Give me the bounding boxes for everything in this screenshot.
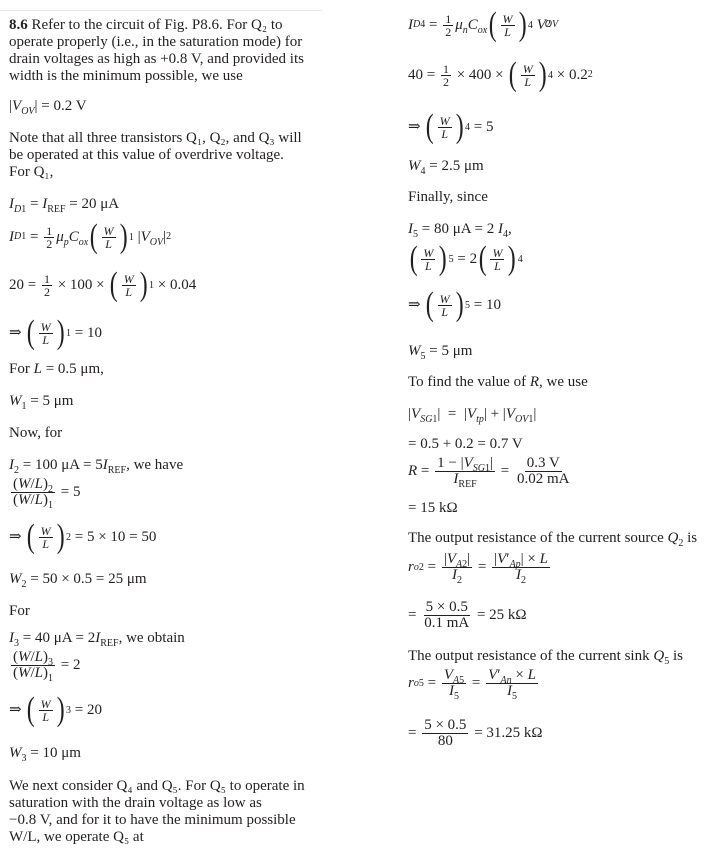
i5-equation: I5 = 80 μA = 2 I4,	[408, 221, 512, 240]
wl5-result: ⇒ (W L) 5 = 10	[408, 286, 501, 323]
ro5-value: = 5 × 0.5 80 = 31.25 kΩ	[408, 717, 543, 749]
wl5-relation: (W L) 5 = 2(W L) 4	[409, 240, 523, 277]
ro2-formula: r o2 = |VA2| I2 = |V′Ap| × L I2	[408, 551, 550, 586]
finally-text: Finally, since	[408, 189, 488, 205]
note-line-2: be operated at this value of overdrive v…	[9, 147, 284, 163]
note-line-3: For Q₁,	[9, 164, 54, 180]
w3-equation: W3 = 10 μm	[9, 745, 81, 764]
wl3-result: ⇒ (W L) 3 = 20	[9, 691, 102, 728]
ro2-value: = 5 × 0.5 0.1 mA = 25 kΩ	[408, 599, 527, 631]
ro2-text: The output resistance of the current sou…	[408, 530, 698, 549]
r-formula: R = 1 − |VSG1| IREF = 0.3 V 0.02 mA	[408, 455, 570, 490]
intro-line-2: operate properly (i.e., in the saturatio…	[9, 34, 303, 50]
wl4-result: ⇒ (W L) 4 = 5	[408, 108, 494, 145]
ro5-text: The output resistance of the current sin…	[408, 648, 683, 667]
id1-iref-equation: ID1 = IREF = 20 μA	[9, 196, 120, 215]
w4-equation: W4 = 2.5 μm	[408, 158, 484, 177]
next-line-2: saturation with the drain voltage as low…	[9, 795, 262, 811]
w2-equation: W2 = 50 × 0.5 = 25 μm	[9, 571, 147, 590]
w1-equation: W1 = 5 μm	[9, 393, 74, 412]
next-line-3: −0.8 V, and for it to have the minimum p…	[9, 812, 296, 828]
w5-equation: W5 = 5 μm	[408, 343, 473, 362]
now-for-text: Now, for	[9, 425, 63, 441]
half-fraction: 12	[44, 223, 55, 251]
for-l-text: For L = 0.5 μm,	[9, 361, 104, 377]
i2-equation: I2 = 100 μA = 5IREF, we have	[9, 457, 184, 476]
wl2-result: ⇒ (W L) 2 = 5 × 10 = 50	[9, 518, 157, 555]
wl1-result: ⇒ (W L) 1 = 10	[9, 314, 102, 351]
note-line-1: Note that all three transistors Q₁, Q₂, …	[9, 130, 302, 146]
find-r-text: To find the value of R, we use	[408, 374, 588, 390]
vsg1-equation: |VSG1| = |Vtp| + |VOV1|	[408, 406, 537, 425]
top-rule	[0, 10, 322, 11]
next-line-4: W/L, we operate Q₅ at	[9, 829, 144, 845]
problem-number: 8.6	[9, 17, 28, 33]
ratio2-equation: (W/L)2 (W/L)1 = 5	[11, 476, 81, 511]
vov-equation: |VOV| = 0.2 V	[9, 98, 87, 117]
r-value: = 15 kΩ	[408, 500, 458, 516]
intro-text: Refer to the circuit of Fig. P8.6. For Q…	[31, 17, 283, 33]
next-line-1: We next consider Q₄ and Q₅. For Q₅ to op…	[9, 778, 305, 794]
ro5-formula: r o5 = VA5 I5 = V′An × L I5	[408, 667, 538, 702]
eq-40: 40 = 12 × 400 × (W L) 4 × 0.2 2	[408, 56, 593, 93]
i3-equation: I3 = 40 μA = 2IREF, we obtain	[9, 630, 185, 649]
id1-formula: I D1 = 1 2 μpCox(W L) 1 | VOV | 2	[9, 218, 172, 255]
id4-formula: I D4 = 1 2 μnCox(W L) 4 V 2 OV	[408, 6, 559, 43]
vsg1-value: = 0.5 + 0.2 = 0.7 V	[408, 436, 523, 452]
ratio3-equation: (W/L)3 (W/L)1 = 2	[11, 649, 81, 684]
for-text: For	[9, 603, 30, 619]
intro-line-4: width is the minimum possible, we use	[9, 68, 243, 84]
intro-line-3: drain voltages as high as +0.8 V, and pr…	[9, 51, 304, 67]
eq-20: 20 = 12 × 100 × (W L) 1 × 0.04	[9, 266, 197, 303]
intro-line-1: 8.6 Refer to the circuit of Fig. P8.6. F…	[9, 17, 283, 34]
